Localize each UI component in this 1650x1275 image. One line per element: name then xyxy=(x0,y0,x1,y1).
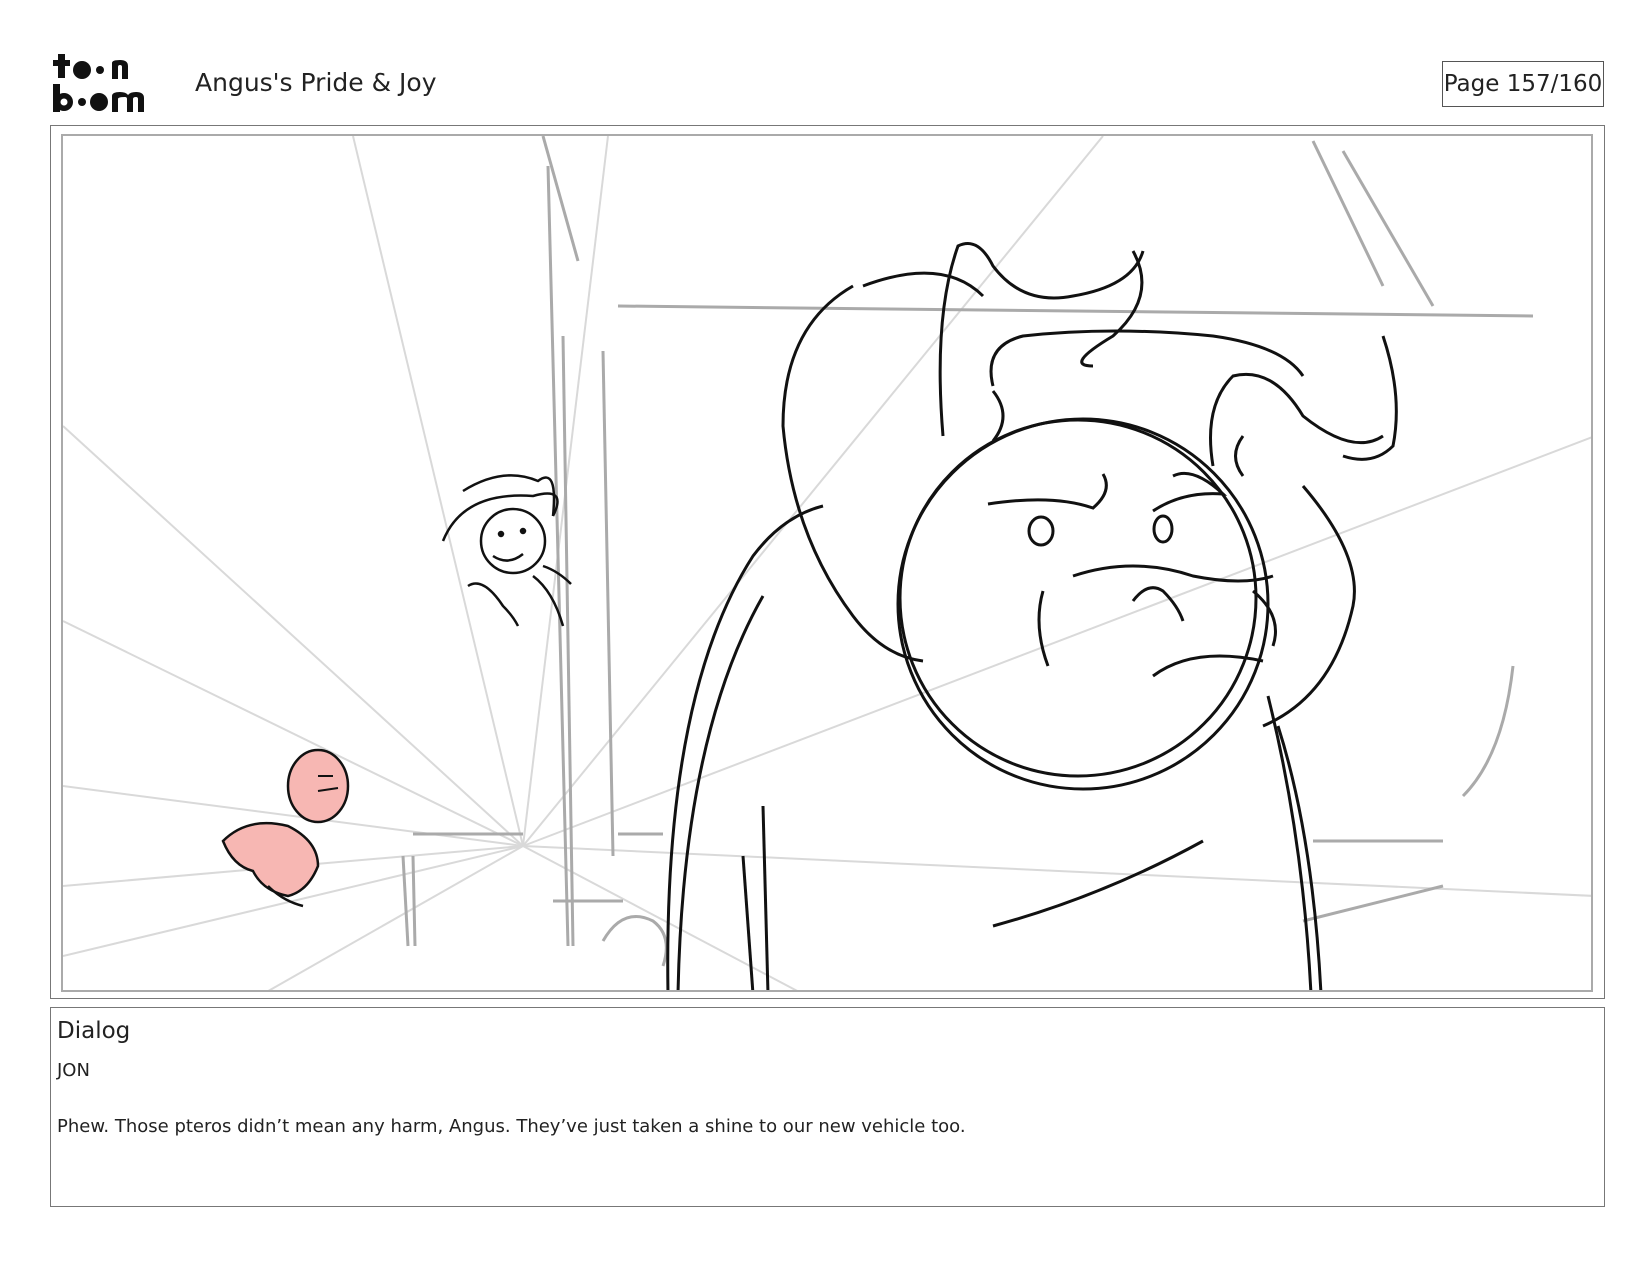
dialog-line: Phew. Those pteros didn’t mean any harm,… xyxy=(57,1116,966,1137)
page-number-badge: Page 157/160 xyxy=(1442,61,1604,107)
storyboard-panel xyxy=(50,125,1605,999)
toon-boom-logo-mark xyxy=(53,54,144,112)
dialog-heading: Dialog xyxy=(57,1018,131,1044)
toon-boom-logo xyxy=(52,50,170,116)
storyboard-drawing-area xyxy=(61,134,1593,992)
project-title: Angus's Pride & Joy xyxy=(195,68,437,97)
dialog-speaker: JON xyxy=(57,1060,90,1081)
storyboard-sketch xyxy=(63,136,1591,990)
pink-ptero-sketch xyxy=(221,748,350,908)
angus-character-sketch xyxy=(666,242,1398,990)
dialog-box: Dialog JON Phew. Those pteros didn’t mea… xyxy=(50,1007,1605,1207)
background-structure xyxy=(401,136,1534,967)
